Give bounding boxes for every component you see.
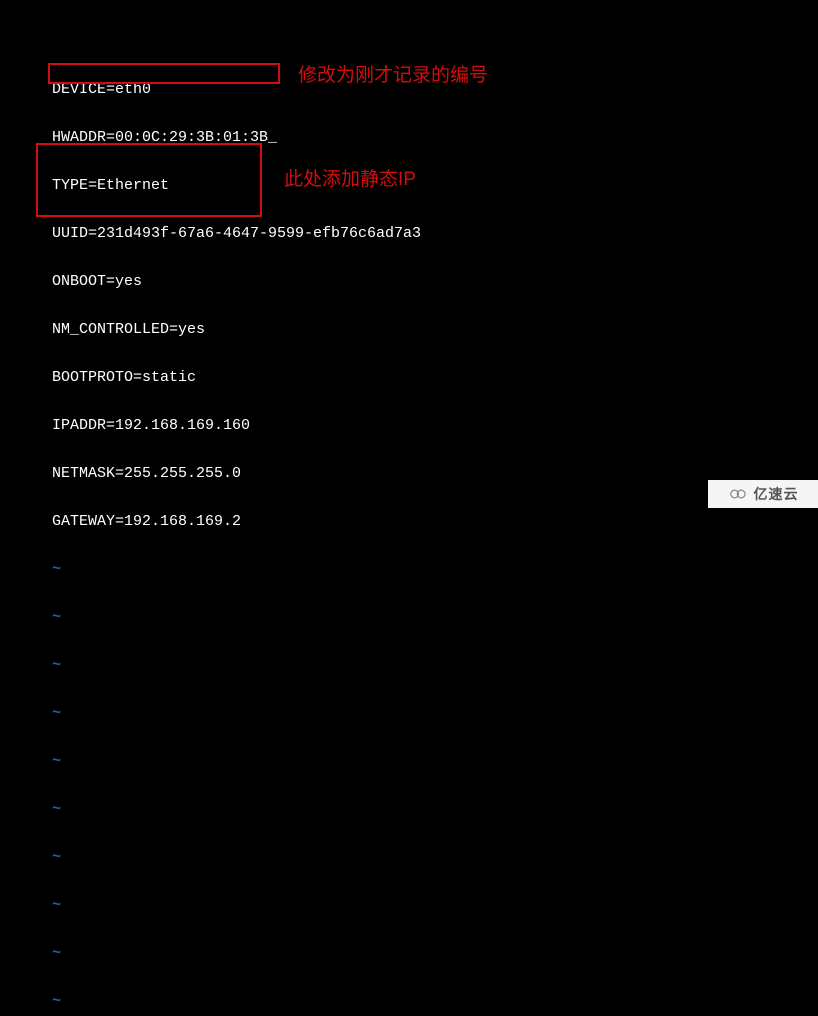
config-line-hwaddr: HWADDR=00:0C:29:3B:01:3B_ [52, 130, 421, 146]
empty-line-tilde: ~ [52, 946, 421, 962]
empty-line-tilde: ~ [52, 994, 421, 1010]
watermark-text: 亿速云 [754, 486, 799, 502]
config-line-onboot: ONBOOT=yes [52, 274, 421, 290]
annotation-staticip: 此处添加静态IP [284, 168, 416, 193]
text-cursor: _ [268, 130, 277, 146]
config-line-bootproto: BOOTPROTO=static [52, 370, 421, 386]
empty-line-tilde: ~ [52, 658, 421, 674]
config-line-uuid: UUID=231d493f-67a6-4647-9599-efb76c6ad7a… [52, 226, 421, 242]
cloud-icon [728, 487, 750, 501]
empty-line-tilde: ~ [52, 610, 421, 626]
empty-line-tilde: ~ [52, 562, 421, 578]
terminal-editor[interactable]: DEVICE=eth0 HWADDR=00:0C:29:3B:01:3B_ TY… [52, 50, 421, 1016]
config-line-ipaddr: IPADDR=192.168.169.160 [52, 418, 421, 434]
config-line-gateway: GATEWAY=192.168.169.2 [52, 514, 421, 530]
config-line-netmask: NETMASK=255.255.255.0 [52, 466, 421, 482]
empty-line-tilde: ~ [52, 898, 421, 914]
config-line-nmcontrolled: NM_CONTROLLED=yes [52, 322, 421, 338]
empty-line-tilde: ~ [52, 754, 421, 770]
watermark: 亿速云 [708, 480, 818, 508]
annotation-hwaddr: 修改为刚才记录的编号 [298, 64, 488, 89]
empty-line-tilde: ~ [52, 706, 421, 722]
empty-line-tilde: ~ [52, 802, 421, 818]
empty-line-tilde: ~ [52, 850, 421, 866]
